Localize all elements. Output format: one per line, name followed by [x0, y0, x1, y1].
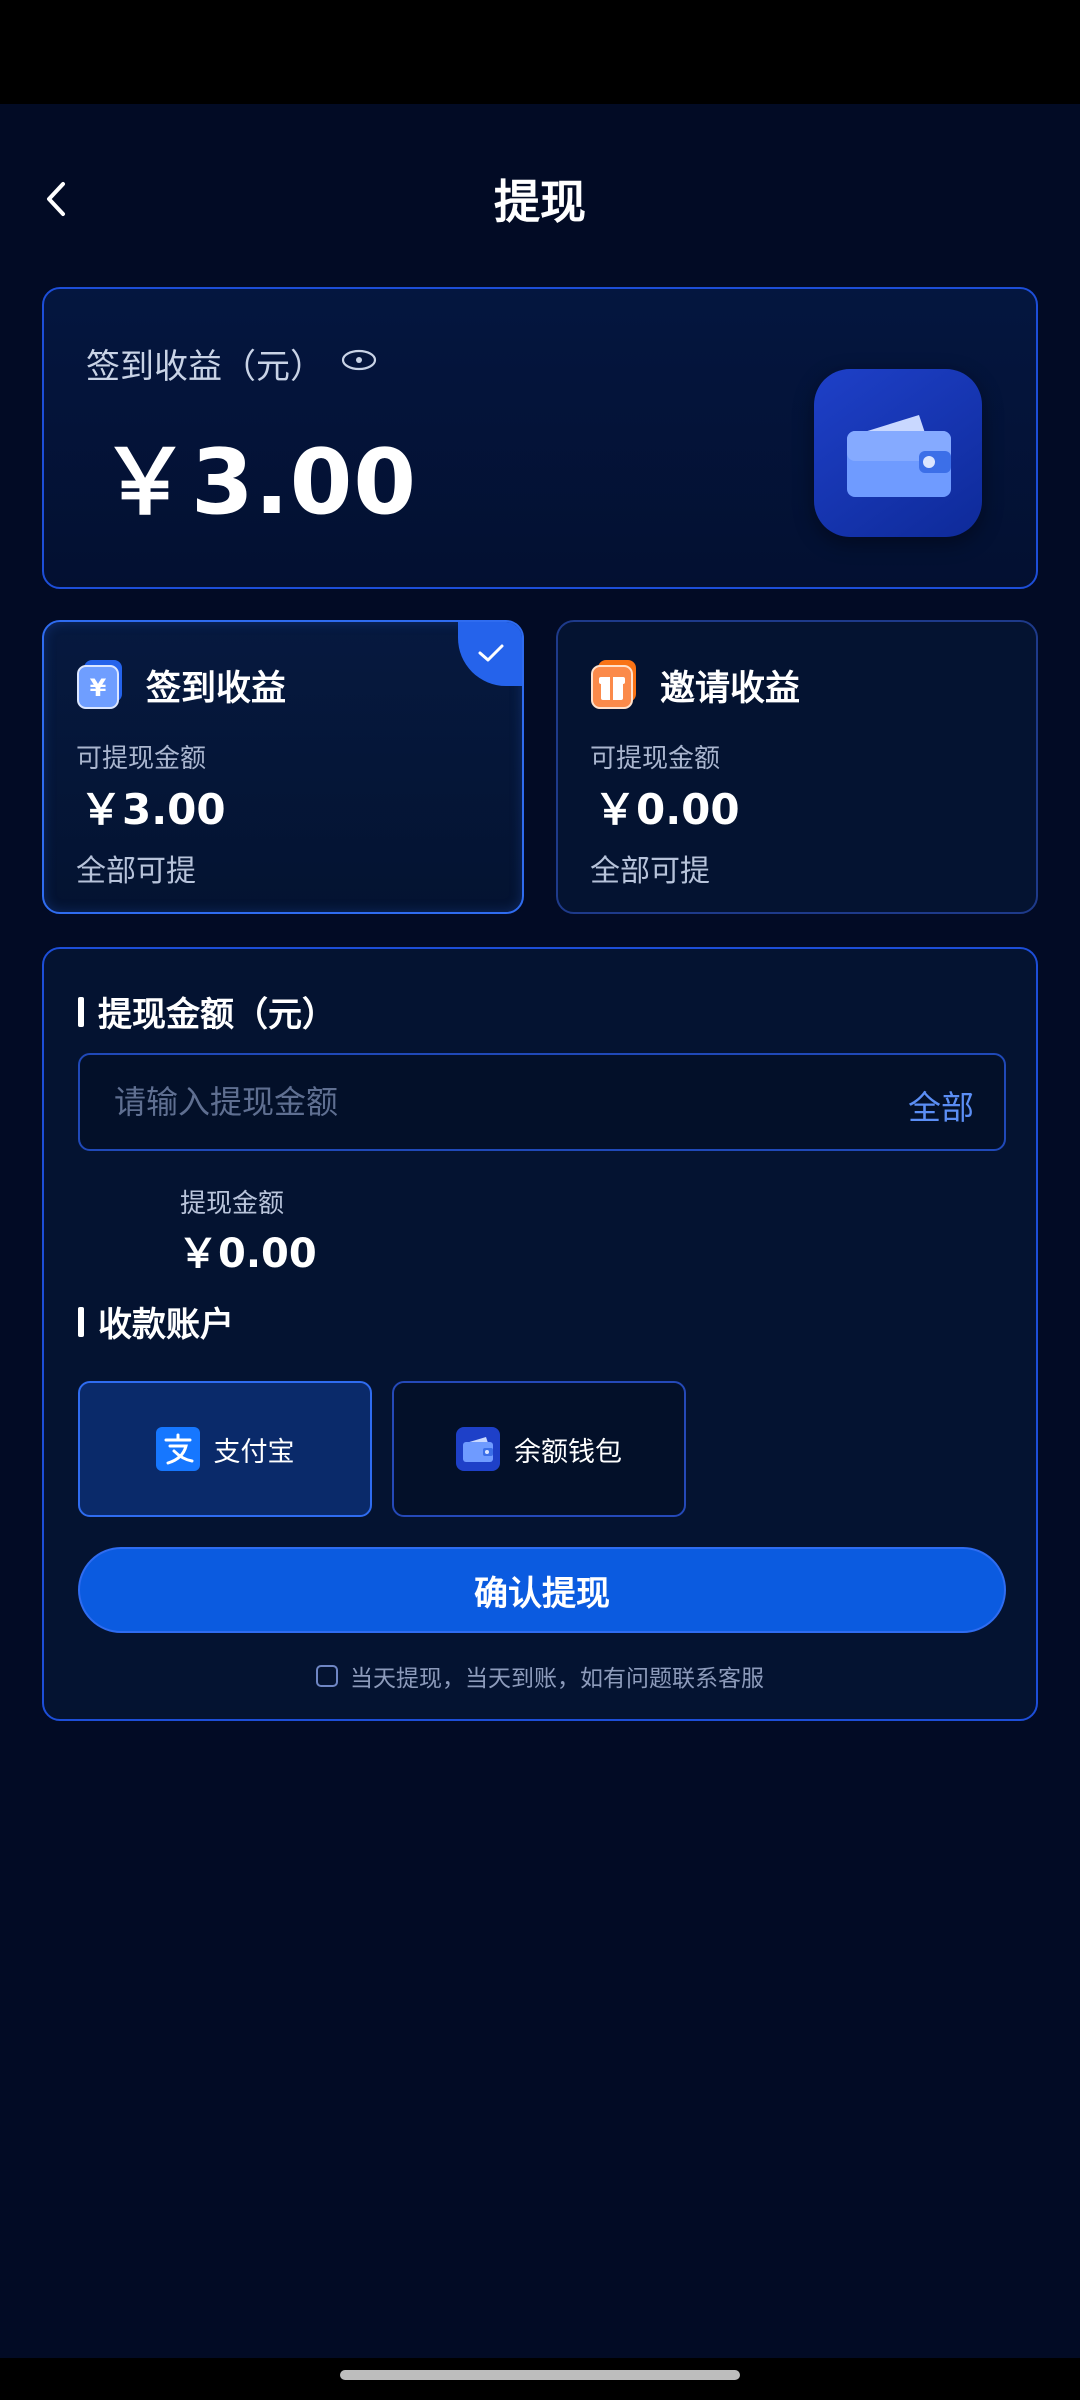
notice-text: 当天提现，当天到账，如有问题联系客服 [350, 1666, 764, 1692]
wallet-icon [456, 1427, 500, 1471]
balance-card: 签到收益（元） ￥3.00 [42, 287, 1038, 589]
header: 提现 [0, 104, 1080, 284]
amount-section-label: 提现金额（元） [98, 995, 336, 1035]
income-card-checkin[interactable]: ¥ 签到收益 可提现金额 ￥3.00 全部可提 [42, 620, 524, 914]
preview-label: 提现金额 [180, 1189, 285, 1219]
notice-checkbox[interactable] [316, 1665, 338, 1687]
amount-input[interactable] [114, 1055, 814, 1149]
home-indicator[interactable] [340, 2370, 740, 2380]
preview-amount: ￥0.00 [178, 1231, 317, 1277]
confirm-withdraw-button[interactable]: 确认提现 [78, 1547, 1006, 1633]
page-title: 提现 [494, 175, 586, 229]
card-title: 签到收益 [146, 669, 287, 709]
account-option-alipay[interactable]: 支付宝 [78, 1381, 372, 1517]
withdraw-all-label: 全部可提 [590, 854, 710, 889]
withdrawable-amount: ￥3.00 [80, 785, 226, 834]
withdrawable-label: 可提现金额 [590, 744, 721, 774]
amount-section-title: 提现金额（元） [78, 987, 336, 1036]
alipay-icon [155, 1427, 200, 1471]
withdrawable-amount: ￥0.00 [594, 785, 740, 834]
balance-label: 签到收益（元） [86, 347, 324, 387]
income-card-invite[interactable]: 邀请收益 可提现金额 ￥0.00 全部可提 [556, 620, 1038, 914]
withdraw-panel: 提现金额（元） 全部 提现金额 ￥0.00 收款账户 支付宝 余额钱包 确认提现… [42, 947, 1038, 1721]
wallet-icon [814, 369, 982, 537]
balance-amount: ￥3.00 [100, 430, 418, 535]
selected-badge [458, 622, 522, 686]
notice: 当天提现，当天到账，如有问题联系客服 [44, 1659, 1036, 1693]
account-option-label: 支付宝 [213, 1436, 295, 1468]
checkmark-icon [478, 644, 504, 662]
account-section-title: 收款账户 [78, 1297, 234, 1346]
card-title: 邀请收益 [660, 669, 801, 709]
eye-icon[interactable] [340, 347, 378, 373]
section-marker [78, 1306, 84, 1337]
amount-input-container: 全部 [78, 1053, 1006, 1151]
all-amount-button[interactable]: 全部 [908, 1081, 974, 1129]
withdrawable-label: 可提现金额 [76, 744, 207, 774]
status-bar [0, 0, 1080, 104]
withdraw-all-label: 全部可提 [76, 854, 196, 889]
section-marker [78, 996, 84, 1027]
svg-text:¥: ¥ [90, 674, 107, 702]
account-option-label: 余额钱包 [514, 1436, 622, 1468]
yuan-coin-icon: ¥ [77, 660, 122, 709]
account-section-label: 收款账户 [98, 1305, 234, 1345]
gift-icon [591, 660, 636, 709]
account-option-wallet[interactable]: 余额钱包 [392, 1381, 686, 1517]
